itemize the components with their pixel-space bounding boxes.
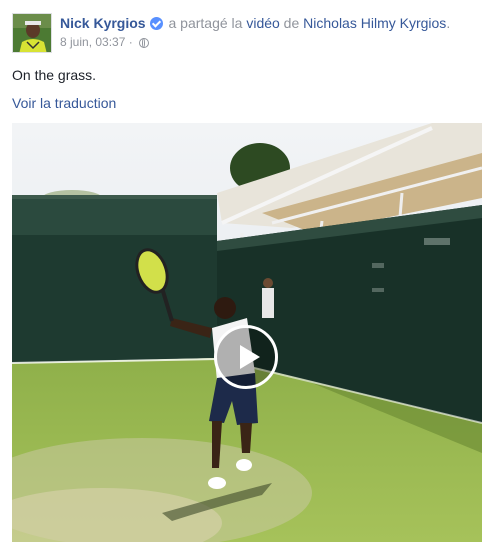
meta-separator: · (125, 35, 137, 49)
action-middle: de (279, 15, 304, 31)
play-icon (240, 345, 260, 369)
post-header: Nick Kyrgios a partagé la vidéo de Nicho… (60, 14, 485, 32)
author-avatar[interactable] (12, 13, 52, 53)
post-message: On the grass. (12, 67, 97, 83)
video-player[interactable] (12, 123, 482, 542)
action-suffix: . (446, 15, 451, 31)
verified-badge-icon (149, 17, 163, 30)
facebook-post: Nick Kyrgios a partagé la vidéo de Nicho… (0, 0, 495, 542)
author-name-link[interactable]: Nick Kyrgios (60, 15, 146, 31)
shared-from-link[interactable]: Nicholas Hilmy Kyrgios (303, 15, 446, 31)
action-prefix: a partagé la (168, 15, 247, 31)
globe-icon[interactable] (139, 38, 150, 48)
play-button[interactable] (214, 325, 278, 389)
post-timestamp-link[interactable]: 8 juin, 03:37 (60, 35, 125, 49)
video-link[interactable]: vidéo (246, 15, 279, 31)
post-meta: 8 juin, 03:37 · (60, 35, 150, 50)
see-translation-link[interactable]: Voir la traduction (12, 94, 116, 112)
